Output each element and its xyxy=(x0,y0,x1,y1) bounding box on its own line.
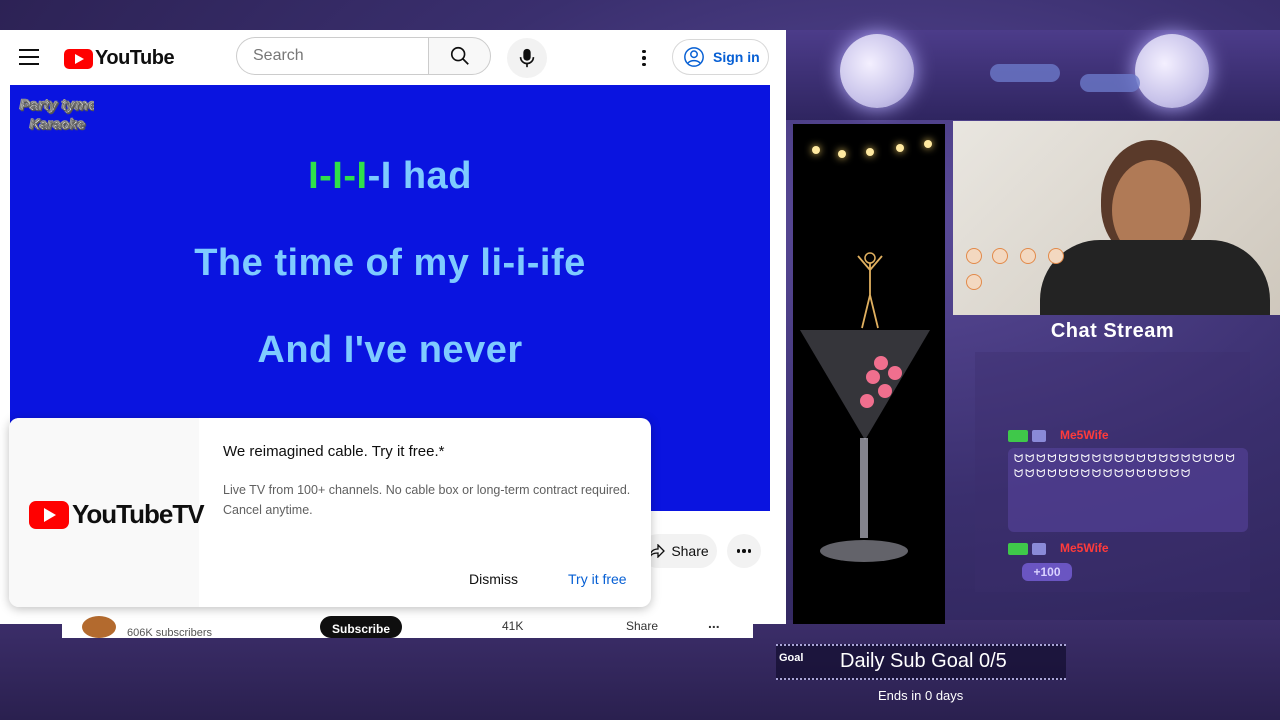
cloud-image xyxy=(1080,74,1140,92)
lyric-line-2-rest: The time of my li-i-ife xyxy=(194,242,586,284)
chat-username: Me5Wife xyxy=(1060,541,1109,555)
more-link[interactable]: ... xyxy=(708,615,720,631)
lyric-line-1: I-I-I-I had xyxy=(10,155,770,198)
verified-badge-icon xyxy=(1008,543,1028,555)
lyric-line-3: And I've never xyxy=(10,329,770,372)
subscribe-button[interactable]: Subscribe xyxy=(320,616,402,638)
youtube-tv-logo-text: YouTubeTV xyxy=(72,499,205,529)
promo-logo-panel: YouTubeTV xyxy=(9,418,205,607)
martini-glass-base xyxy=(820,540,908,562)
share-link[interactable]: Share xyxy=(626,619,658,633)
martini-glass-stem xyxy=(860,438,868,538)
account-icon xyxy=(684,47,704,67)
channel-avatar[interactable] xyxy=(82,616,116,638)
chat-username: Me5Wife xyxy=(1060,428,1109,442)
youtube-tv-logo: YouTubeTV xyxy=(29,499,205,530)
share-button[interactable]: Share xyxy=(641,534,717,568)
more-actions-button[interactable] xyxy=(727,534,761,568)
like-count[interactable]: 41K xyxy=(502,619,523,633)
goal-ends-text: Ends in 0 days xyxy=(878,688,964,703)
youtube-logo[interactable]: YouTube xyxy=(64,47,175,70)
search-input[interactable]: Search xyxy=(236,37,428,75)
microphone-icon xyxy=(519,48,535,68)
goal-text: Daily Sub Goal 0/5 xyxy=(840,650,1007,672)
promo-title: We reimagined cable. Try it free.* xyxy=(223,443,445,460)
svg-text:Party tyme: Party tyme xyxy=(20,97,94,114)
chat-bits-badge: +100 xyxy=(1022,563,1072,581)
share-arrow-icon xyxy=(649,544,666,558)
berry-image xyxy=(888,366,902,380)
streamer-body xyxy=(1040,240,1270,315)
berry-image xyxy=(866,370,880,384)
sub-badge-icon xyxy=(1032,430,1046,442)
cat-emote-icon xyxy=(1048,248,1064,264)
lyric-line-3-rest: And I've never xyxy=(257,329,523,371)
voice-search-button[interactable] xyxy=(507,38,547,78)
settings-kebab-icon[interactable] xyxy=(632,46,656,70)
party-tyme-logo: Party tyme Karaoke xyxy=(20,97,97,133)
youtube-play-icon xyxy=(64,48,93,69)
martini-glass-bowl xyxy=(800,330,930,440)
cat-emote-icon xyxy=(1020,248,1036,264)
party-tyme-watermark: Party tyme Karaoke xyxy=(18,93,97,137)
cat-emote-icon xyxy=(966,248,982,264)
try-it-free-button[interactable]: Try it free xyxy=(568,571,627,587)
moon-image xyxy=(1135,34,1209,108)
lyric-line-1-rest: -I had xyxy=(367,155,472,197)
cloud-image xyxy=(990,64,1060,82)
share-label: Share xyxy=(671,543,709,559)
berry-image xyxy=(874,356,888,370)
berry-image xyxy=(860,394,874,408)
cat-emote-icon xyxy=(992,248,1008,264)
youtube-tv-promo-dialog: YouTubeTV We reimagined cable. Try it fr… xyxy=(9,418,651,607)
sign-in-label: Sign in xyxy=(713,49,760,65)
search-icon xyxy=(450,46,469,65)
berry-image xyxy=(878,384,892,398)
video-side-margin xyxy=(770,85,786,511)
verified-badge-icon xyxy=(1008,430,1028,442)
secondary-video-info-strip: 606K subscribers Subscribe 41K Share ... xyxy=(62,612,753,639)
search-button[interactable] xyxy=(428,37,491,75)
sign-in-button[interactable]: Sign in xyxy=(672,39,769,75)
promo-body: Live TV from 100+ channels. No cable box… xyxy=(223,483,631,517)
menu-icon[interactable] xyxy=(19,49,39,65)
youtube-tv-play-icon xyxy=(29,500,69,529)
dancer-silhouette-icon xyxy=(857,252,883,329)
chat-stream-title: Chat Stream xyxy=(1050,320,1175,342)
goal-label: Goal xyxy=(779,652,804,664)
chat-message: ᗢᗢᗢᗢᗢᗢᗢᗢᗢᗢᗢᗢᗢᗢᗢᗢᗢᗢᗢᗢᗢᗢᗢᗢᗢᗢᗢᗢᗢᗢᗢᗢᗢᗢᗢᗢ xyxy=(1008,448,1248,532)
search-placeholder: Search xyxy=(253,47,304,64)
sub-badge-icon xyxy=(1032,543,1046,555)
lyric-line-1-highlight: I-I-I xyxy=(308,155,368,197)
subscriber-count: 606K subscribers xyxy=(127,627,212,639)
youtube-logo-text: YouTube xyxy=(95,47,175,69)
dismiss-button[interactable]: Dismiss xyxy=(469,571,518,587)
youtube-header: YouTube Search Sign in xyxy=(0,30,786,85)
svg-text:Karaoke: Karaoke xyxy=(30,116,85,132)
cat-emote-icon xyxy=(966,274,982,290)
lyric-line-2: The time of my li-i-ife xyxy=(10,242,770,285)
string-lights xyxy=(800,140,940,160)
moon-image xyxy=(840,34,914,108)
